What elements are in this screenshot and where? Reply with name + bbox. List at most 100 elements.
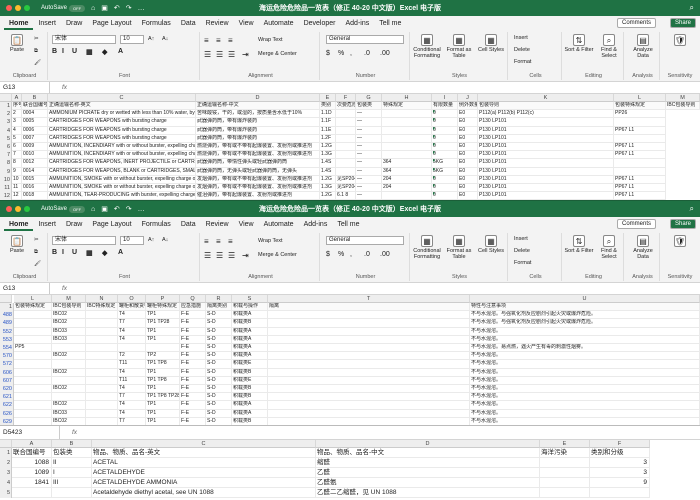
table-cell[interactable]: 6.1 8	[336, 192, 356, 200]
table-cell[interactable]	[52, 488, 92, 498]
tab-review[interactable]: Review	[201, 17, 234, 30]
format-button[interactable]: Format	[514, 260, 531, 266]
column-header-D[interactable]: D	[316, 440, 540, 448]
table-cell[interactable]	[336, 143, 356, 152]
row-header[interactable]: 626	[0, 409, 14, 418]
table-cell[interactable]	[14, 417, 52, 425]
table-cell[interactable]	[86, 393, 118, 402]
table-cell[interactable]: PP67 L1	[614, 175, 666, 184]
table-cell[interactable]: 不与水混溶。与强氧化剂反应剧烈引起火灾或爆炸危险。	[470, 311, 700, 320]
table-cell[interactable]	[614, 159, 666, 168]
column-header-G[interactable]: G	[356, 94, 382, 102]
table-cell[interactable]: S-D	[206, 352, 232, 361]
table-cell[interactable]: IBC02	[52, 352, 86, 361]
table-cell[interactable]: TP1 TP8	[146, 360, 180, 369]
wrap-text-button[interactable]: Wrap Text	[258, 238, 283, 244]
table-cell[interactable]: 见SP204	[336, 175, 356, 184]
table-cell[interactable]: 积载类A	[232, 344, 268, 353]
table-cell[interactable]: CARTRIDGES FOR WEAPONS with bursting cha…	[48, 126, 196, 135]
row-header[interactable]: 2	[0, 110, 12, 119]
table-cell[interactable]: 2	[12, 110, 22, 119]
table-cell[interactable]	[12, 488, 52, 498]
table-cell[interactable]	[86, 319, 118, 328]
align-center-icon[interactable]: ☰	[216, 50, 223, 59]
row-header[interactable]: 629	[0, 417, 14, 425]
table-cell[interactable]	[268, 368, 470, 377]
tab-view[interactable]: View	[234, 17, 259, 30]
cell-styles-button[interactable]: ▦ Cell Styles	[476, 34, 506, 53]
row-header[interactable]: 11	[0, 184, 12, 193]
formula-input[interactable]	[77, 426, 700, 439]
zoom-window-button[interactable]	[24, 5, 30, 11]
table-cell[interactable]: F-E	[180, 376, 206, 385]
cut-icon[interactable]: ✂	[34, 36, 39, 42]
table-cell[interactable]: —	[356, 110, 382, 119]
table-cell[interactable]: IBC02	[52, 311, 86, 320]
table-cell[interactable]: 武器弹药筒，带有爆炸装药	[196, 126, 320, 135]
sheet-grid[interactable]: LMNOPQRSTU 1包装特殊规定IBC包装导则IBC特殊规定罐柜和散货导则罐柜…	[0, 295, 700, 425]
table-cell[interactable]: 不与水混溶。	[470, 335, 700, 344]
share-button[interactable]: Share	[669, 18, 696, 28]
table-cell[interactable]: 不与水混溶。	[470, 385, 700, 394]
table-cell[interactable]: TP1	[146, 368, 180, 377]
table-cell[interactable]: 1.2G	[320, 175, 336, 184]
table-cell[interactable]: 见SP204	[336, 184, 356, 193]
table-cell[interactable]	[268, 401, 470, 410]
select-all-corner[interactable]	[0, 295, 12, 303]
table-cell[interactable]: 不与水混溶。	[470, 368, 700, 377]
column-header-E[interactable]: E	[540, 440, 590, 448]
table-cell[interactable]: 武器弹药筒，带有爆炸装药	[196, 118, 320, 127]
tab-tell-me[interactable]: Tell me	[332, 218, 364, 231]
table-cell[interactable]: 6	[12, 143, 22, 152]
table-cell[interactable]: I	[52, 468, 92, 478]
table-cell[interactable]: S-D	[206, 319, 232, 328]
name-box[interactable]: G13	[0, 82, 50, 93]
name-box[interactable]: G13	[0, 283, 50, 294]
table-cell[interactable]: II	[52, 458, 92, 468]
percent-icon[interactable]: %	[338, 50, 344, 57]
table-cell[interactable]: 不与水混溶。	[470, 393, 700, 402]
table-cell[interactable]: T4	[118, 401, 146, 410]
row-header[interactable]: 5	[0, 134, 12, 143]
table-cell[interactable]: T4	[118, 385, 146, 394]
table-cell[interactable]: 燃烧弹药，带有或不带有起爆装置、发射剂或推进剂	[196, 151, 320, 160]
row-header[interactable]: 570	[0, 352, 14, 361]
table-cell[interactable]: 积载类E	[232, 376, 268, 385]
table-cell[interactable]: 3	[590, 458, 650, 468]
column-header-U[interactable]: U	[470, 295, 700, 303]
fill-color-icon[interactable]: ◆	[102, 249, 107, 257]
table-cell[interactable]	[86, 385, 118, 394]
zoom-window-button[interactable]	[24, 206, 30, 212]
table-cell[interactable]: 364	[382, 167, 432, 176]
insert-button[interactable]: Insert	[514, 35, 528, 41]
minimize-window-button[interactable]	[15, 5, 21, 11]
search-icon[interactable]: ⌕	[690, 3, 694, 13]
table-cell[interactable]: —	[356, 175, 382, 184]
tab-automate[interactable]: Automate	[259, 218, 299, 231]
table-cell[interactable]: 9	[12, 167, 22, 176]
tab-home[interactable]: Home	[4, 17, 34, 30]
table-cell[interactable]: E0	[458, 143, 478, 152]
table-cell[interactable]: P130 LP101	[478, 159, 614, 168]
table-cell[interactable]	[336, 110, 356, 119]
shrink-font-icon[interactable]: A↓	[162, 36, 168, 42]
table-cell[interactable]	[614, 118, 666, 127]
column-header-P[interactable]: P	[146, 295, 180, 303]
column-header-D[interactable]: D	[196, 94, 320, 102]
table-cell[interactable]: TP1	[146, 385, 180, 394]
tab-add-ins[interactable]: Add-ins	[341, 17, 375, 30]
currency-icon[interactable]: $	[326, 50, 330, 57]
table-cell[interactable]: T4	[118, 335, 146, 344]
wrap-text-button[interactable]: Wrap Text	[258, 37, 283, 43]
format-painter-icon[interactable]: 🖌	[34, 60, 41, 66]
table-cell[interactable]: 12	[12, 192, 22, 200]
more-icon[interactable]: …	[138, 206, 145, 213]
undo-icon[interactable]: ↶	[114, 4, 120, 12]
table-cell[interactable]: 1.4S	[320, 159, 336, 168]
table-cell[interactable]: 武器弹药筒，带惰性弹头或轻武器弹药筒	[196, 159, 320, 168]
table-cell[interactable]: 0014	[22, 167, 48, 176]
tab-developer[interactable]: Developer	[299, 17, 341, 30]
table-cell[interactable]	[52, 393, 86, 402]
autosave-toggle[interactable]: AutoSave OFF	[41, 205, 86, 213]
table-cell[interactable]: 积载类A	[232, 335, 268, 344]
